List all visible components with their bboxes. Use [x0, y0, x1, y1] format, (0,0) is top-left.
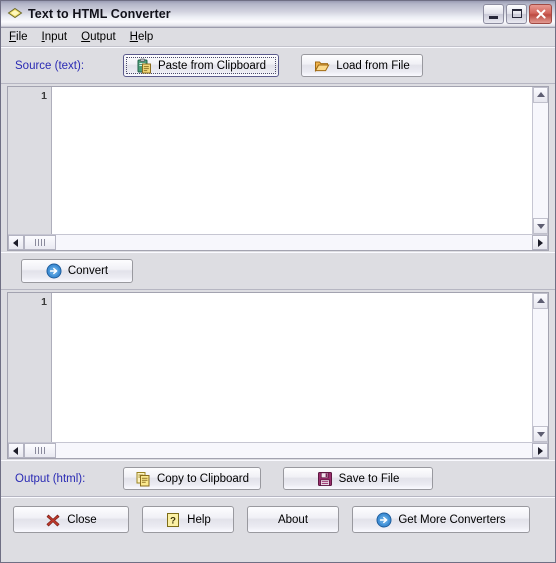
- chevron-right-icon: [538, 446, 543, 455]
- output-horizontal-scrollbar[interactable]: [8, 442, 548, 458]
- window-title: Text to HTML Converter: [28, 7, 171, 21]
- source-horizontal-scrollbar[interactable]: [8, 234, 548, 250]
- output-text-area[interactable]: [52, 293, 532, 442]
- source-text-input[interactable]: [52, 87, 532, 234]
- output-scroll-right-button[interactable]: [532, 443, 548, 458]
- grip-line-icon: [38, 447, 39, 454]
- title-bar: Text to HTML Converter: [1, 1, 555, 28]
- source-scroll-down-button[interactable]: [533, 218, 548, 234]
- red-x-icon: [45, 512, 61, 528]
- chevron-right-icon: [538, 238, 543, 247]
- output-scroll-up-button[interactable]: [533, 293, 548, 309]
- grip-line-icon: [41, 239, 42, 246]
- output-hscroll-track[interactable]: [56, 443, 532, 458]
- source-editor-body: 1: [8, 87, 548, 234]
- grip-line-icon: [35, 239, 36, 246]
- help-button-label: Help: [187, 513, 211, 526]
- source-editor[interactable]: 1: [7, 86, 549, 251]
- window-controls: [483, 4, 552, 24]
- grip-line-icon: [44, 239, 45, 246]
- output-toolbar: Output (html): Copy to Clipboard Save to…: [1, 460, 555, 497]
- load-button-label: Load from File: [336, 59, 410, 72]
- bottom-button-bar: Close ? Help About Get More Converters: [1, 497, 555, 541]
- source-vertical-scrollbar[interactable]: [532, 87, 548, 234]
- save-to-file-button[interactable]: Save to File: [283, 467, 433, 490]
- help-button[interactable]: ? Help: [142, 506, 234, 533]
- menu-help[interactable]: Help: [130, 30, 162, 44]
- maximize-button[interactable]: [506, 4, 527, 24]
- application-window: Text to HTML Converter File Input Output…: [0, 0, 556, 563]
- menu-output[interactable]: Output: [81, 30, 124, 44]
- more-button-label: Get More Converters: [398, 513, 506, 526]
- convert-button[interactable]: Convert: [21, 259, 133, 283]
- menu-file[interactable]: File: [9, 30, 36, 44]
- grip-line-icon: [38, 239, 39, 246]
- about-button[interactable]: About: [247, 506, 339, 533]
- maximize-icon: [512, 9, 522, 18]
- paste-from-clipboard-button[interactable]: Paste from Clipboard: [123, 54, 279, 77]
- blue-arrow-circle-icon: [46, 263, 62, 279]
- source-editor-container: 1: [1, 84, 555, 252]
- source-toolbar: Source (text): Paste from Clipboard Load…: [1, 47, 555, 84]
- close-icon: [535, 9, 546, 20]
- load-from-file-button[interactable]: Load from File: [301, 54, 423, 77]
- grip-line-icon: [41, 447, 42, 454]
- clipboard-paste-icon: [136, 58, 152, 74]
- output-line-gutter: 1: [8, 293, 52, 442]
- diamond-document-icon: [7, 6, 23, 22]
- chevron-up-icon: [536, 298, 545, 303]
- minimize-button[interactable]: [483, 4, 504, 24]
- source-hscroll-thumb[interactable]: [24, 235, 56, 250]
- copy-pages-icon: [135, 471, 151, 487]
- open-folder-icon: [314, 58, 330, 74]
- save-button-label: Save to File: [338, 472, 400, 485]
- output-editor-body: 1: [8, 293, 548, 442]
- output-hscroll-thumb[interactable]: [24, 443, 56, 458]
- source-scroll-up-button[interactable]: [533, 87, 548, 103]
- blue-arrow-circle-icon: [376, 512, 392, 528]
- output-editor[interactable]: 1: [7, 292, 549, 459]
- get-more-converters-button[interactable]: Get More Converters: [352, 506, 530, 533]
- minimize-icon: [489, 16, 498, 19]
- source-vscroll-track[interactable]: [533, 103, 548, 218]
- grip-line-icon: [44, 447, 45, 454]
- output-scroll-down-button[interactable]: [533, 426, 548, 442]
- chevron-down-icon: [536, 224, 545, 229]
- copy-to-clipboard-button[interactable]: Copy to Clipboard: [123, 467, 261, 490]
- yellow-question-icon: ?: [165, 512, 181, 528]
- chevron-up-icon: [536, 92, 545, 97]
- chevron-down-icon: [536, 432, 545, 437]
- chevron-left-icon: [13, 238, 18, 247]
- output-scroll-left-button[interactable]: [8, 443, 24, 458]
- grip-line-icon: [35, 447, 36, 454]
- output-editor-container: 1: [1, 290, 555, 460]
- source-line-gutter: 1: [8, 87, 52, 234]
- svg-text:?: ?: [170, 515, 176, 526]
- menu-bar: File Input Output Help: [1, 28, 555, 47]
- source-label: Source (text):: [15, 59, 85, 72]
- output-vscroll-track[interactable]: [533, 309, 548, 426]
- source-scroll-right-button[interactable]: [532, 235, 548, 250]
- source-hscroll-track[interactable]: [56, 235, 532, 250]
- close-button-label: Close: [67, 513, 97, 526]
- copy-button-label: Copy to Clipboard: [156, 472, 250, 485]
- source-scroll-left-button[interactable]: [8, 235, 24, 250]
- chevron-left-icon: [13, 446, 18, 455]
- output-vertical-scrollbar[interactable]: [532, 293, 548, 442]
- output-label: Output (html):: [15, 472, 86, 485]
- convert-button-label: Convert: [67, 265, 109, 277]
- close-window-button[interactable]: [529, 4, 552, 24]
- convert-toolbar: Convert: [1, 252, 555, 290]
- menu-input[interactable]: Input: [42, 30, 76, 44]
- about-button-label: About: [277, 513, 309, 526]
- floppy-save-icon: [317, 471, 333, 487]
- paste-button-label: Paste from Clipboard: [157, 59, 267, 72]
- close-button[interactable]: Close: [13, 506, 129, 533]
